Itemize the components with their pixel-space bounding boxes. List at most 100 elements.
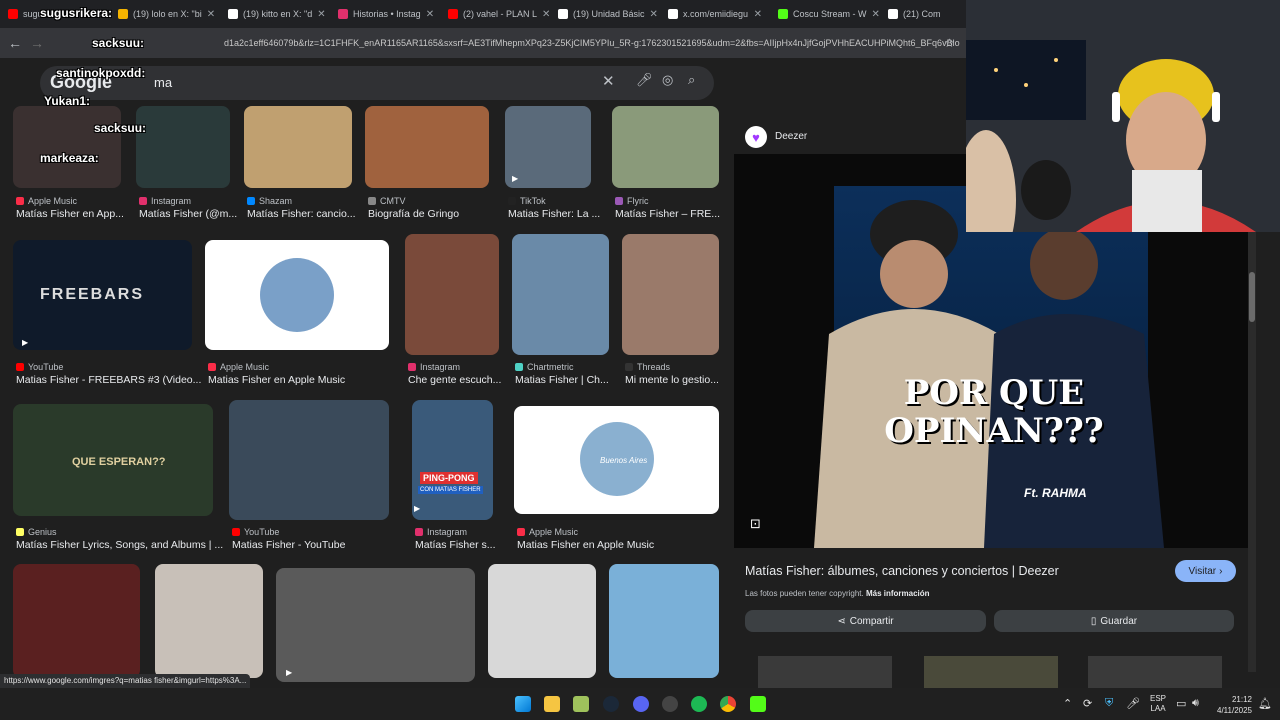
tab-7[interactable]: Coscu Stream - W ✕ — [770, 0, 880, 28]
result-source[interactable]: TikTok — [508, 196, 546, 206]
tab-close-icon[interactable]: ✕ — [754, 9, 762, 20]
result-thumbnail[interactable] — [622, 234, 719, 355]
result-source[interactable]: Instagram — [415, 527, 467, 537]
result-title[interactable]: Matías Fisher en App... — [16, 208, 134, 220]
result-title[interactable]: Che gente escuch... — [408, 374, 512, 386]
result-source[interactable]: Genius — [16, 527, 57, 537]
save-button[interactable]: ▯ Guardar — [994, 610, 1234, 632]
result-thumbnail[interactable] — [276, 568, 475, 682]
network-icon[interactable]: ▭ — [1176, 697, 1186, 710]
result-source[interactable]: Flyric — [615, 196, 649, 206]
notification-bell-icon[interactable]: 🔔︎ — [1258, 697, 1272, 710]
visit-button[interactable]: Visitar › — [1175, 560, 1236, 582]
related-thumb[interactable] — [758, 656, 892, 688]
result-source[interactable]: Chartmetric — [515, 362, 574, 372]
clock[interactable]: 21:12 4/11/2025 — [1212, 694, 1252, 716]
result-source[interactable]: YouTube — [16, 362, 63, 372]
clock-time: 21:12 — [1231, 695, 1252, 704]
result-source[interactable]: CMTV — [368, 196, 406, 206]
bookmark-icon[interactable]: ☆ — [944, 36, 955, 50]
result-thumbnail[interactable] — [13, 564, 140, 678]
result-title[interactable]: Matías Fisher Lyrics, Songs, and Albums … — [16, 539, 226, 551]
clear-icon[interactable]: ✕ — [602, 72, 615, 90]
result-source[interactable]: Apple Music — [517, 527, 578, 537]
result-thumbnail[interactable] — [244, 106, 352, 188]
tab-6[interactable]: x.com/emiidiegu ✕ — [660, 0, 770, 28]
microphone-tray-icon[interactable]: 🎤︎ — [1126, 697, 1140, 710]
search-icon[interactable]: ⌕ — [688, 72, 695, 88]
microphone-icon[interactable]: 🎤︎ — [636, 72, 653, 88]
tab-3[interactable]: Historias • Instag ✕ — [330, 0, 440, 28]
discord-icon[interactable] — [633, 696, 649, 712]
kick-icon[interactable] — [750, 696, 766, 712]
video-play-icon: ▶ — [512, 174, 519, 183]
tab-close-icon[interactable]: ✕ — [426, 9, 434, 20]
tab-close-icon[interactable]: ✕ — [872, 9, 880, 20]
scrollbar-thumb[interactable] — [1249, 272, 1255, 322]
shield-icon[interactable]: ⛨ — [1105, 697, 1113, 710]
volume-icon[interactable]: 🔊︎ — [1192, 697, 1199, 710]
tab-1[interactable]: (19) lolo en X: "bi ✕ — [110, 0, 220, 28]
result-thumbnail[interactable] — [136, 106, 230, 188]
panel-source[interactable]: Deezer — [775, 131, 807, 142]
language-indicator[interactable]: ESP LAA — [1150, 694, 1166, 714]
steam-icon[interactable] — [603, 696, 619, 712]
tab-close-icon[interactable]: ✕ — [542, 9, 550, 20]
result-thumbnail[interactable] — [512, 234, 609, 355]
tab-close-icon[interactable]: ✕ — [317, 9, 325, 20]
forward-icon[interactable]: → — [30, 35, 44, 51]
result-thumbnail[interactable] — [365, 106, 489, 188]
url-text[interactable]: d1a2c1eff646079b&rlz=1C1FHFK_enAR1165AR1… — [224, 38, 964, 48]
related-thumb[interactable] — [924, 656, 1058, 688]
share-button[interactable]: ⋖ Compartir — [745, 610, 986, 632]
tab-4[interactable]: (2) vahel - PLAN L ✕ — [440, 0, 550, 28]
result-thumbnail[interactable] — [405, 234, 499, 355]
obs-icon[interactable] — [662, 696, 678, 712]
result-title[interactable]: Matias Fisher en Apple Music — [208, 374, 402, 386]
related-thumb[interactable] — [1088, 656, 1222, 688]
panel-title[interactable]: Matías Fisher: álbumes, canciones y conc… — [745, 564, 1059, 578]
result-title[interactable]: Matias Fisher | Ch... — [515, 374, 622, 386]
tab-close-icon[interactable]: ✕ — [207, 9, 215, 20]
windows-start-icon[interactable] — [515, 696, 531, 712]
lens-icon[interactable]: ◎ — [662, 72, 673, 88]
file-explorer-icon[interactable] — [544, 696, 560, 712]
result-source[interactable]: Threads — [625, 362, 670, 372]
result-title[interactable]: Mi mente lo gestio... — [625, 374, 732, 386]
result-source[interactable]: Apple Music — [208, 362, 269, 372]
result-source[interactable]: YouTube — [232, 527, 279, 537]
chrome-icon[interactable] — [720, 696, 736, 712]
result-thumbnail[interactable] — [229, 400, 389, 520]
spotify-icon[interactable] — [691, 696, 707, 712]
tab-5[interactable]: (19) Unidad Básic ✕ — [550, 0, 660, 28]
result-title[interactable]: Matías Fisher: cancio... — [247, 208, 365, 220]
result-title[interactable]: Biografía de Gringo — [368, 208, 502, 220]
result-source[interactable]: Apple Music — [16, 196, 77, 206]
result-source[interactable]: Instagram — [408, 362, 460, 372]
result-thumbnail[interactable] — [612, 106, 719, 188]
result-title[interactable]: Matias Fisher: La ... — [508, 208, 604, 220]
result-thumbnail[interactable] — [412, 400, 493, 520]
game-app-icon[interactable] — [573, 696, 589, 712]
lens-search-icon[interactable]: ⊡ — [750, 516, 761, 532]
result-title[interactable]: Matias Fisher - YouTube — [232, 539, 402, 551]
result-title[interactable]: Matías Fisher s... — [415, 539, 506, 551]
tab-close-icon[interactable]: ✕ — [650, 9, 658, 20]
chevron-up-icon[interactable]: ⌃ — [1063, 697, 1072, 710]
result-title[interactable]: Matías Fisher – FRE... — [615, 208, 732, 220]
result-source[interactable]: Instagram — [139, 196, 191, 206]
result-title[interactable]: Matias Fisher - FREEBARS #3 (Video... — [16, 374, 205, 386]
more-info-link[interactable]: Más información — [866, 589, 930, 598]
result-title[interactable]: Matias Fisher en Apple Music — [517, 539, 732, 551]
source-favicon-icon — [615, 197, 623, 205]
sync-icon[interactable]: ⟳ — [1083, 697, 1092, 710]
result-thumbnail[interactable] — [609, 564, 719, 678]
search-input[interactable]: ma — [154, 75, 172, 90]
back-icon[interactable]: ← — [8, 35, 22, 51]
result-thumbnail[interactable] — [488, 564, 596, 678]
result-source[interactable]: Shazam — [247, 196, 292, 206]
result-thumbnail[interactable] — [13, 106, 121, 188]
result-thumbnail[interactable] — [155, 564, 263, 678]
tab-2[interactable]: (19) kitto en X: "d ✕ — [220, 0, 330, 28]
result-title[interactable]: Matías Fisher (@m... — [139, 208, 243, 220]
